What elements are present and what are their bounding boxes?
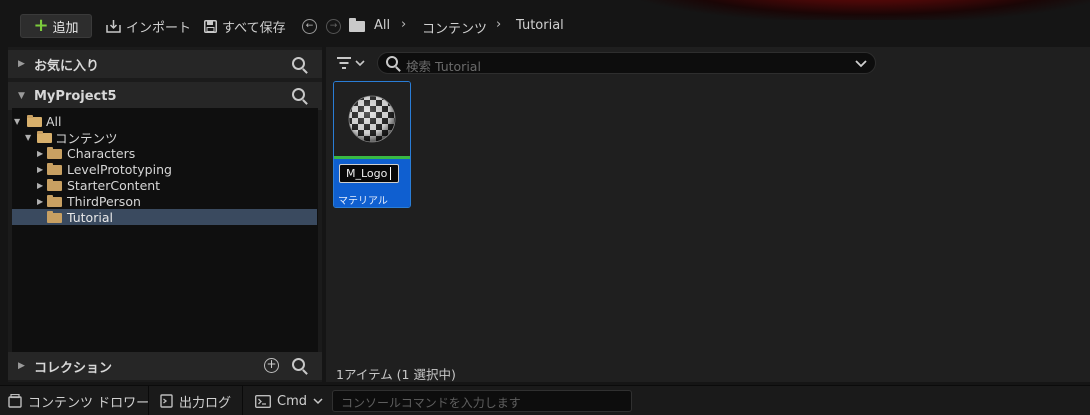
favorites-header[interactable]: ▶ お気に入り xyxy=(8,50,322,78)
status-bar: コンテンツ ドロワー 出力ログ Cmd コンソールコマンドを入力します xyxy=(0,385,1090,415)
output-log-label: 出力ログ xyxy=(179,395,232,411)
asset-type-label: マテリアル xyxy=(338,196,388,207)
expand-arrow-icon[interactable]: ▶ xyxy=(37,149,43,158)
folder-tree: ▼ All ▼ コンテンツ ▶ Characters ▶ LevelProtot… xyxy=(12,108,318,353)
collapse-arrow-icon[interactable]: ▼ xyxy=(18,91,25,101)
breadcrumb-chevron-icon[interactable]: › xyxy=(401,17,406,32)
collections-header[interactable]: ▶ コレクション + xyxy=(8,352,322,380)
expand-arrow-icon[interactable]: ▶ xyxy=(37,181,43,190)
add-button[interactable]: + 追加 xyxy=(20,14,92,38)
asset-info: M_Logo マテリアル xyxy=(334,159,410,207)
divider xyxy=(148,386,149,415)
tree-item-label: StarterContent xyxy=(67,177,161,193)
folder-icon xyxy=(47,195,62,207)
filter-icon xyxy=(337,57,365,69)
cmd-label: Cmd xyxy=(277,393,307,409)
output-log-button[interactable]: 出力ログ xyxy=(160,386,231,415)
collapse-arrow-icon[interactable]: ▼ xyxy=(14,117,20,126)
search-icon[interactable] xyxy=(292,88,305,101)
content-drawer-label: コンテンツ ドロワー xyxy=(28,395,150,411)
output-log-icon xyxy=(160,394,173,408)
filter-dropdown[interactable] xyxy=(336,54,368,72)
tree-item-levelprototyping[interactable]: ▶ LevelPrototyping xyxy=(12,161,317,177)
folder-icon xyxy=(47,211,62,223)
tree-item-label: Characters xyxy=(67,145,136,161)
search-icon[interactable] xyxy=(292,57,305,70)
import-icon xyxy=(106,20,121,33)
tree-item-label: All xyxy=(46,113,62,129)
folder-icon xyxy=(349,18,365,32)
content-drawer-icon xyxy=(8,394,22,408)
asset-rename-field[interactable]: M_Logo xyxy=(339,164,399,183)
search-icon xyxy=(386,56,398,68)
tree-item-characters[interactable]: ▶ Characters xyxy=(12,145,317,161)
asset-thumbnail xyxy=(334,82,410,156)
save-all-button[interactable]: すべて保存 xyxy=(204,16,286,36)
add-collection-icon[interactable]: + xyxy=(264,358,279,373)
material-sphere-icon xyxy=(348,95,396,143)
breadcrumb-content[interactable]: コンテンツ xyxy=(422,18,487,37)
cmd-dropdown[interactable]: Cmd xyxy=(255,386,323,415)
back-arrow-icon[interactable]: ← xyxy=(302,19,317,34)
chevron-down-icon[interactable] xyxy=(855,55,867,71)
asset-search-input[interactable]: 検索 Tutorial xyxy=(377,52,876,74)
folder-open-icon xyxy=(27,115,42,127)
expand-arrow-icon[interactable]: ▶ xyxy=(18,361,25,371)
console-command-input[interactable]: コンソールコマンドを入力します xyxy=(332,390,632,412)
tree-item-label: LevelPrototyping xyxy=(67,161,172,177)
breadcrumb-tutorial[interactable]: Tutorial xyxy=(516,18,564,33)
breadcrumb-all[interactable]: All xyxy=(374,18,390,33)
import-label: インポート xyxy=(126,20,192,36)
save-all-label: すべて保存 xyxy=(222,20,286,36)
favorites-title: お気に入り xyxy=(34,58,100,74)
folder-icon xyxy=(47,179,62,191)
asset-view-panel: 検索 Tutorial M_Logo マテリアル 1アイテム (1 選択中) xyxy=(326,47,1090,382)
project-title: MyProject5 xyxy=(34,88,117,104)
background-glow xyxy=(640,0,1090,20)
collapse-arrow-icon[interactable]: ▼ xyxy=(25,133,31,142)
divider xyxy=(242,386,243,415)
console-placeholder: コンソールコマンドを入力します xyxy=(341,396,521,410)
collections-title: コレクション xyxy=(34,360,113,376)
expand-arrow-icon[interactable]: ▶ xyxy=(37,197,43,206)
tree-item-label: コンテンツ xyxy=(55,130,118,146)
project-header[interactable]: ▼ MyProject5 xyxy=(8,82,322,110)
tree-item-thirdperson[interactable]: ▶ ThirdPerson xyxy=(12,193,317,209)
import-button[interactable]: インポート xyxy=(106,16,191,36)
search-placeholder: 検索 Tutorial xyxy=(406,59,481,74)
folder-open-icon xyxy=(37,131,52,143)
chevron-down-icon xyxy=(313,398,323,405)
tree-item-tutorial[interactable]: Tutorial xyxy=(12,209,317,225)
forward-arrow-icon[interactable]: → xyxy=(326,19,341,34)
asset-tile[interactable]: M_Logo マテリアル xyxy=(333,81,411,208)
top-toolbar: + 追加 インポート すべて保存 ← → All › コンテンツ › Tutor… xyxy=(0,0,1090,45)
search-icon[interactable] xyxy=(292,358,305,371)
folder-icon xyxy=(47,163,62,175)
plus-icon: + xyxy=(33,15,49,36)
tree-item-label: Tutorial xyxy=(67,209,113,225)
expand-arrow-icon[interactable]: ▶ xyxy=(37,165,43,174)
terminal-icon xyxy=(255,394,271,408)
expand-arrow-icon[interactable]: ▶ xyxy=(18,59,25,69)
content-drawer-button[interactable]: コンテンツ ドロワー xyxy=(8,386,149,415)
tree-item-content[interactable]: ▼ コンテンツ xyxy=(12,129,317,146)
breadcrumb-chevron-icon[interactable]: › xyxy=(496,17,501,32)
folder-icon xyxy=(47,147,62,159)
tree-item-label: ThirdPerson xyxy=(67,193,141,209)
save-icon xyxy=(204,19,217,33)
item-count: 1アイテム (1 選択中) xyxy=(336,367,456,382)
add-button-label: 追加 xyxy=(52,20,79,36)
sources-panel: ▶ お気に入り ▼ MyProject5 ▼ All ▼ コンテンツ ▶ Cha… xyxy=(8,47,322,382)
tree-item-startercontent[interactable]: ▶ StarterContent xyxy=(12,177,317,193)
